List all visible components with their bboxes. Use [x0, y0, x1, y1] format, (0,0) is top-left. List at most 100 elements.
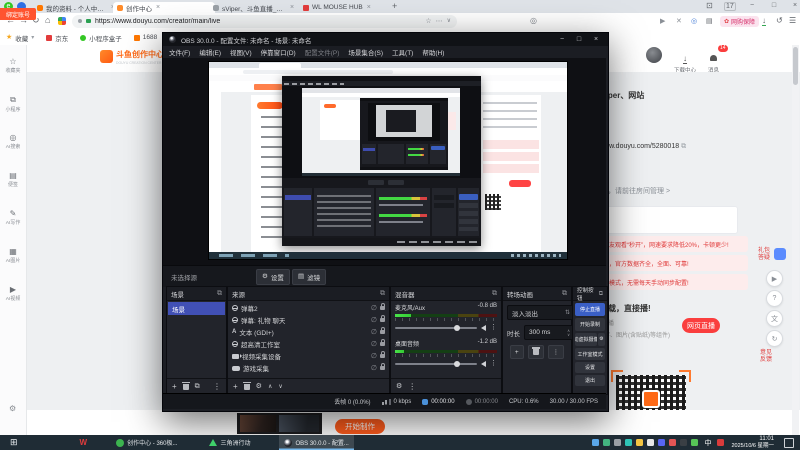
bookmark-miniapp-box[interactable]: 小程序盒子: [80, 33, 122, 43]
transition-select[interactable]: 淡入淡出 ⇅: [507, 305, 575, 320]
popout-icon[interactable]: ⧉: [380, 290, 385, 297]
tab-close-icon[interactable]: ×: [156, 4, 160, 11]
tray-icon[interactable]: [613, 439, 621, 446]
sidebar-item-miniapp[interactable]: ⧉ 小程序: [0, 95, 26, 113]
start-button[interactable]: ⊞: [10, 438, 18, 447]
taskbar-clock[interactable]: 11:01 2025/10/6 星期一: [732, 436, 775, 450]
tray-icon[interactable]: [668, 439, 676, 446]
ime-indicator[interactable]: 中: [705, 438, 712, 448]
scrollbar-thumb[interactable]: [793, 47, 798, 85]
bookmark-star-icon[interactable]: ☆: [425, 18, 431, 25]
lock-icon[interactable]: [380, 351, 385, 358]
address-bar[interactable]: https://www.douyu.com/creator/main/live …: [72, 14, 457, 28]
sidebar-item-ai-video[interactable]: ▶ AI视频: [0, 285, 26, 302]
window-minimize-button[interactable]: −: [746, 2, 758, 9]
obs-close-button[interactable]: ×: [590, 36, 602, 43]
web-live-button[interactable]: 网页直播: [682, 318, 720, 333]
download-center-button[interactable]: ↓ 下载中心: [674, 48, 696, 75]
apps-grid-icon[interactable]: [58, 17, 66, 25]
bookmark-1688[interactable]: 1688: [133, 34, 157, 41]
tab-close-icon[interactable]: ×: [290, 4, 294, 11]
add-scene-button[interactable]: +: [172, 382, 177, 391]
lock-icon[interactable]: [380, 315, 385, 322]
feedback-label[interactable]: 意见 反馈: [760, 350, 772, 364]
sidebar-item-favorites[interactable]: ☆ 收藏夹: [0, 57, 26, 74]
tray-icon[interactable]: [690, 439, 698, 446]
lock-icon[interactable]: [380, 339, 385, 346]
source-row-text[interactable]: A 文本 (GDI+) ∅: [228, 326, 389, 338]
studio-mode-button[interactable]: 工作室模式: [575, 348, 605, 360]
window-maximize-button[interactable]: □: [768, 2, 780, 9]
translate-icon[interactable]: 文: [766, 310, 783, 327]
slider-knob[interactable]: [454, 360, 461, 367]
notification-center-icon[interactable]: [784, 437, 794, 448]
scenes-more-button[interactable]: ⋮: [213, 382, 221, 391]
move-down-button[interactable]: ∨: [278, 384, 282, 390]
tab-profile[interactable]: 我的资料 - 个人中心 - 斗鱼 ×: [33, 2, 119, 13]
taskbar-app-browser[interactable]: 创作中心 - 360极...: [111, 435, 182, 450]
mixer-more-button[interactable]: ⋮: [408, 382, 416, 391]
tray-icon[interactable]: [624, 439, 632, 446]
source-row-video-capture[interactable]: 视频采集设备 ∅: [228, 350, 389, 362]
mic-options-button[interactable]: ⋮: [490, 324, 497, 331]
messages-button[interactable]: 消息 14: [708, 45, 728, 74]
video-help-icon[interactable]: ▶: [766, 270, 783, 287]
tray-icon-red[interactable]: [716, 439, 724, 446]
bind-account-ribbon[interactable]: 绑定账号: [0, 8, 36, 20]
obs-menu-edit[interactable]: 编辑(E): [199, 47, 221, 57]
bookmark-jd[interactable]: 京东: [46, 33, 68, 43]
popout-icon[interactable]: ⧉: [217, 290, 222, 297]
move-up-button[interactable]: ∧: [268, 384, 272, 390]
step-down-icon[interactable]: ∨: [567, 332, 570, 337]
visibility-hidden-icon[interactable]: ∅: [371, 305, 377, 312]
obs-menu-profile[interactable]: 配置文件(P): [305, 47, 340, 57]
obs-menu-scene-collection[interactable]: 场景集合(S): [348, 47, 383, 57]
share-icon[interactable]: ▶: [660, 18, 665, 25]
duration-stepper[interactable]: 300 ms ∧ ∨: [524, 325, 575, 340]
video-thumbs-strip[interactable]: [237, 413, 322, 434]
remove-scene-button[interactable]: [181, 381, 190, 390]
desktop-options-button[interactable]: ⋮: [490, 360, 497, 367]
sources-dock-header[interactable]: 来源 ⧉: [228, 287, 389, 301]
page-scrollbar[interactable]: [792, 45, 799, 435]
virtual-camera-config-button[interactable]: ⚙: [598, 333, 605, 346]
add-transition-button[interactable]: +: [509, 345, 524, 359]
new-tab-button[interactable]: +: [392, 2, 397, 11]
tray-icon[interactable]: [657, 439, 665, 446]
sidebar-settings-gear-icon[interactable]: ⚙: [9, 405, 16, 413]
gift-help-label[interactable]: 礼包 答疑: [758, 248, 770, 262]
avatar[interactable]: [646, 47, 662, 63]
copy-icon[interactable]: ⧉: [681, 143, 686, 150]
sidebar-item-ai-search[interactable]: ◎ AI搜索: [0, 133, 26, 150]
obs-maximize-button[interactable]: □: [573, 36, 585, 43]
obs-preview[interactable]: [163, 58, 606, 265]
add-source-button[interactable]: +: [233, 382, 238, 391]
bookmark-favorites[interactable]: ★ 收藏 ▾: [6, 33, 34, 43]
scenes-dock-header[interactable]: 场景 ⧉: [167, 287, 226, 301]
refresh-icon[interactable]: ↻: [766, 330, 783, 347]
transition-props-button[interactable]: ⋮: [547, 345, 565, 359]
popout-icon[interactable]: ⧉: [492, 290, 497, 297]
cross-ext-icon[interactable]: ✕: [676, 18, 682, 25]
obs-title-bar[interactable]: OBS 30.0.0 - 配置文件: 未命名 - 场景: 未命名 − □ ×: [163, 33, 608, 46]
popout-icon[interactable]: ⧉: [562, 290, 567, 297]
obs-menu-file[interactable]: 文件(F): [169, 47, 190, 57]
home-icon[interactable]: ⌂: [45, 16, 50, 25]
tab-grid-icon[interactable]: ⊡: [706, 2, 713, 10]
preview-settings-button[interactable]: ⚙ 设置: [256, 269, 290, 285]
taskbar-app-delta-force[interactable]: 三角洲行动: [204, 435, 255, 450]
menu-icon[interactable]: ☰: [789, 17, 796, 25]
exit-button[interactable]: 退出: [575, 375, 605, 386]
sidebar-item-notes[interactable]: ▤ 便签: [0, 171, 26, 188]
visibility-hidden-icon[interactable]: ∅: [371, 341, 377, 348]
tab-close-icon[interactable]: ×: [367, 4, 371, 11]
lock-icon[interactable]: [380, 327, 385, 334]
visibility-hidden-icon[interactable]: ∅: [371, 365, 377, 372]
video-thumb[interactable]: [240, 415, 276, 432]
remove-source-button[interactable]: [242, 381, 251, 390]
tab-count-badge[interactable]: 17: [724, 2, 736, 11]
speaker-icon[interactable]: [481, 324, 486, 331]
tray-icon[interactable]: [591, 439, 599, 446]
tray-icon[interactable]: [635, 439, 643, 446]
visibility-hidden-icon[interactable]: ∅: [371, 353, 377, 360]
